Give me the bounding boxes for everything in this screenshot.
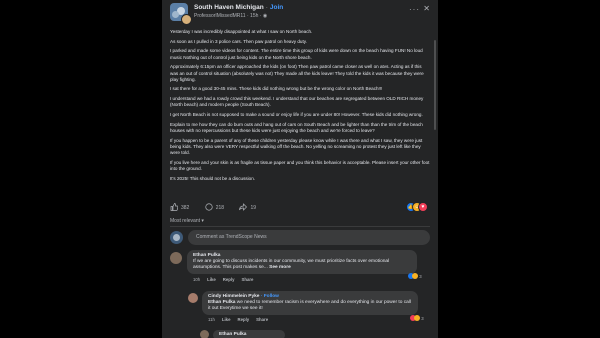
close-icon[interactable]: ✕ — [423, 4, 430, 13]
post-paragraph: If you live here and your skin is as fra… — [170, 159, 430, 171]
post-paragraph: Yesterday I was incredibly disappointed … — [170, 29, 313, 34]
comment-sort-dropdown[interactable]: Most relevant ▾ — [170, 218, 204, 224]
reaction-number: 3 — [421, 316, 424, 321]
comment-author[interactable]: Ethan Pulka — [219, 332, 279, 338]
comment-like-button[interactable]: Like — [207, 277, 216, 282]
like-icon — [170, 203, 179, 211]
post-paragraph: I parked and made some videos for conten… — [170, 48, 423, 60]
post-paragraph: As soon as I pulled in 3 police cars. Th… — [170, 38, 307, 44]
comment-bubble: Ethan Pulka — [213, 330, 285, 338]
comment-icon — [205, 203, 213, 211]
more-icon[interactable]: ··· — [409, 5, 420, 14]
join-link[interactable]: Join — [270, 4, 283, 11]
comment-reply-button[interactable]: Reply — [223, 277, 235, 282]
mention-link[interactable]: Ethan Pulka — [208, 300, 235, 305]
group-title: South Haven Michigan · Join — [194, 4, 283, 11]
author-name[interactable]: ProfessorIMissedMR11 — [194, 13, 246, 19]
comment-bubble: Cindy Himmelein Pyke · Follow Ethan Pulk… — [202, 291, 418, 315]
heart-reaction-icon: ♥ — [418, 202, 428, 212]
share-count: 19 — [250, 205, 257, 211]
post-paragraph: Explain to me how they can do burn outs … — [170, 121, 423, 133]
comment: Ethan Pulka If we are going to discuss i… — [170, 250, 430, 290]
comment-count: 218 — [215, 205, 225, 211]
comment-button[interactable]: 218 — [205, 203, 224, 211]
follow-link[interactable]: · Follow — [261, 294, 279, 299]
separator: · — [265, 4, 268, 11]
divider — [170, 226, 430, 227]
care-reaction-icon — [412, 273, 418, 279]
comment-reaction-count[interactable]: 3 — [408, 273, 422, 280]
post-meta: ProfessorIMissedMR11 · 15h · ◉ — [194, 13, 268, 19]
comment-composer: Comment as TrendScope News — [170, 230, 430, 246]
post-paragraph: I get North Beach is not supposed to mak… — [170, 112, 423, 118]
post-panel: South Haven Michigan · Join ProfessorIMiss… — [162, 0, 438, 338]
avatar[interactable] — [200, 330, 209, 338]
comment-reply: Ethan Pulka — [200, 330, 430, 338]
comment-author[interactable]: Cindy Himmelein Pyke — [208, 294, 259, 299]
avatar[interactable] — [188, 293, 198, 303]
comment-reply-button[interactable]: Reply — [237, 317, 249, 322]
comment-like-button[interactable]: Like — [222, 317, 231, 322]
avatar[interactable] — [170, 252, 182, 264]
comment-actions: 10h Like Reply Share — [193, 277, 260, 283]
group-name-link[interactable]: South Haven Michigan — [194, 4, 264, 11]
comment-reply: Cindy Himmelein Pyke · Follow Ethan Pulk… — [188, 291, 432, 327]
comment-text: Ethan Pulka we need to remember racism i… — [208, 300, 412, 312]
comment-text: If we are going to discuss incidents in … — [193, 259, 411, 271]
post-header: South Haven Michigan · Join ProfessorIMiss… — [170, 3, 430, 25]
post-body: Yesterday I was incredibly disappointed … — [170, 29, 430, 185]
post-paragraph: Approximately 6:15pm an officer approach… — [170, 64, 424, 82]
comment-share-button[interactable]: Share — [241, 277, 253, 282]
post-actions: 382 218 19 — [170, 203, 270, 213]
post-time[interactable]: 15h — [250, 13, 258, 19]
see-more-link[interactable]: See more — [269, 265, 291, 270]
post-paragraph: If you happen to be a parent of any of t… — [170, 137, 423, 156]
comment-share-button[interactable]: Share — [256, 317, 268, 322]
comment-actions: 11h Like Reply Share — [208, 317, 275, 323]
comment-time[interactable]: 10h — [193, 277, 200, 282]
reaction-number: 3 — [419, 274, 422, 279]
scrollbar[interactable] — [434, 40, 436, 130]
globe-icon: ◉ — [262, 13, 268, 19]
comment-text-content: we need to remember racism is everywhere… — [208, 300, 411, 311]
post-paragraph: I understand we had a rowdy crowd this w… — [170, 96, 424, 108]
share-icon — [239, 203, 248, 211]
post-paragraph: It's 2025! This should not be a discussi… — [170, 175, 256, 181]
care-reaction-icon — [414, 315, 420, 321]
post-paragraph: I sat there for a good 30-45 mins. These… — [170, 86, 383, 92]
comment-reaction-count[interactable]: 3 — [410, 315, 424, 322]
page-avatar — [170, 231, 183, 244]
like-button[interactable]: 382 — [170, 203, 189, 211]
comment-input[interactable]: Comment as TrendScope News — [188, 230, 430, 245]
share-button[interactable]: 19 — [239, 203, 256, 211]
comment-bubble: Ethan Pulka If we are going to discuss i… — [187, 250, 417, 274]
author-avatar[interactable] — [181, 14, 192, 25]
comment-text-content: If we are going to discuss incidents in … — [193, 259, 390, 270]
comment-time[interactable]: 11h — [208, 317, 215, 322]
reaction-count: 382 — [181, 205, 190, 211]
